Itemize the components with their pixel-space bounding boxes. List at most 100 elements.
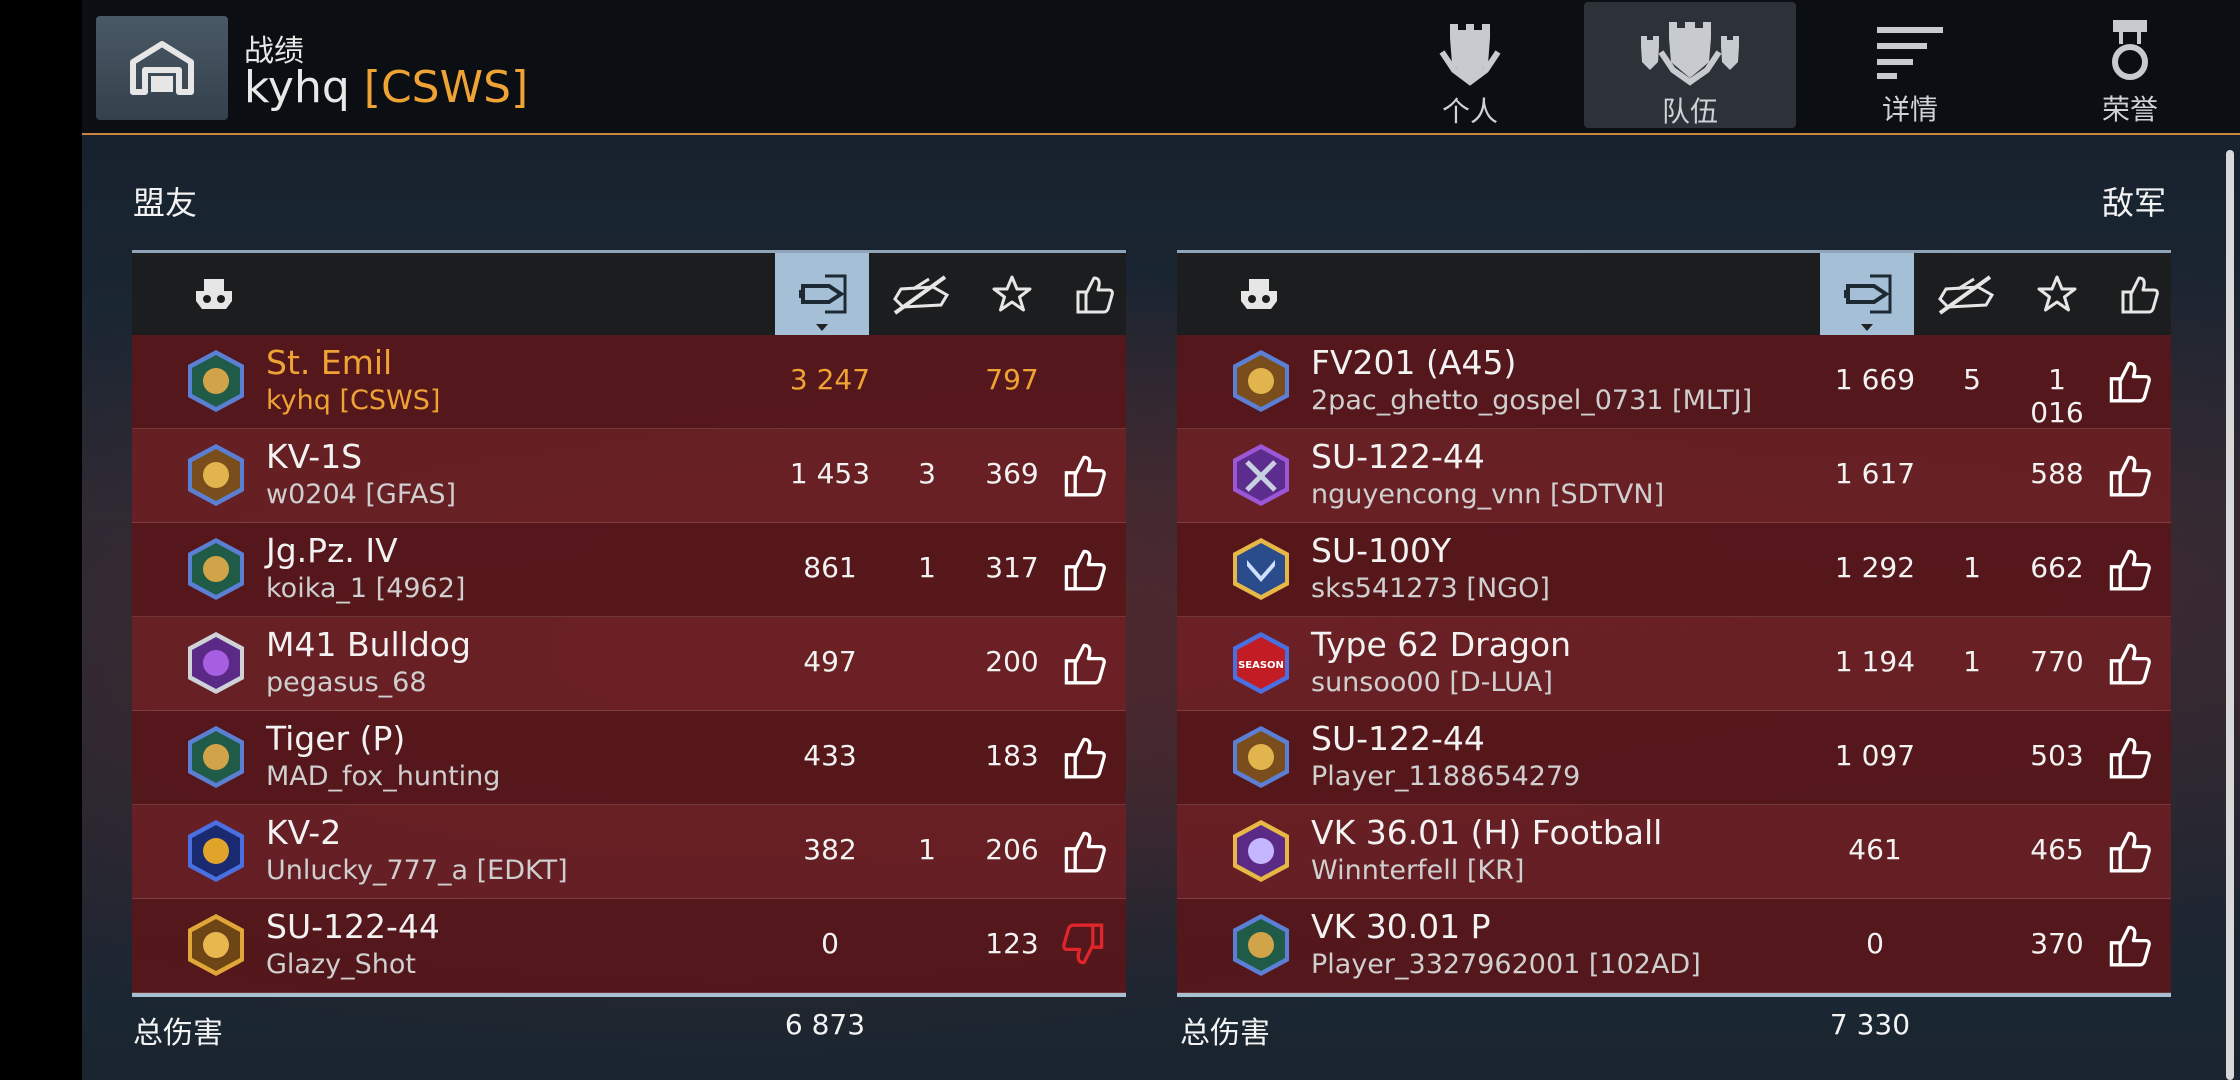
like-button[interactable] bbox=[2107, 735, 2151, 779]
like-column-header[interactable] bbox=[2107, 253, 2171, 335]
hangar-button[interactable] bbox=[96, 16, 228, 120]
like-button[interactable] bbox=[2107, 453, 2151, 497]
peacock-badge-icon bbox=[1233, 914, 1289, 976]
thumbs-up-icon bbox=[2121, 276, 2159, 314]
player-row[interactable]: KV-1S w0204 [GFAS] 1 453 3 369 bbox=[132, 429, 1126, 523]
damage-value: 1 097 bbox=[1834, 739, 1916, 772]
player-row[interactable]: M41 Bulldog pegasus_68 497 200 bbox=[132, 617, 1126, 711]
like-button bbox=[1062, 359, 1106, 403]
allies-total-label: 总伤害 bbox=[133, 1016, 223, 1051]
thumbs-up-icon bbox=[2109, 455, 2151, 497]
peacock-badge-icon bbox=[188, 538, 244, 600]
season-badge-icon: SEASON bbox=[1233, 632, 1289, 694]
thumbs-up-icon bbox=[2109, 643, 2151, 685]
kills-column-header[interactable] bbox=[1923, 253, 2007, 335]
tab-team[interactable]: 队伍 bbox=[1584, 2, 1796, 128]
thumbs-up-icon bbox=[1064, 549, 1106, 591]
tab-label: 个人 bbox=[1441, 95, 1498, 128]
player-row[interactable]: Jg.Pz. IV koika_1 [4962] 861 1 317 bbox=[132, 523, 1126, 617]
player-row[interactable]: Tiger (P) MAD_fox_hunting 433 183 bbox=[132, 711, 1126, 805]
damage-value: 382 bbox=[803, 833, 857, 866]
tab-honors[interactable]: 荣誉 bbox=[2024, 2, 2236, 128]
kills-value: 1 bbox=[1963, 551, 1981, 584]
like-button[interactable] bbox=[2107, 829, 2151, 873]
like-button[interactable] bbox=[2107, 359, 2151, 403]
player-row[interactable]: SU-122-44 Player_1188654279 1 097 503 bbox=[1177, 711, 2171, 805]
kills-value: 1 bbox=[918, 551, 936, 584]
thumbs-up-icon bbox=[1064, 455, 1106, 497]
mastery-badge bbox=[184, 348, 248, 414]
tab-label: 荣誉 bbox=[2101, 93, 2158, 126]
vehicle-column-header[interactable] bbox=[1227, 253, 1291, 335]
damage-value: 433 bbox=[803, 739, 857, 772]
mastery-badge bbox=[184, 724, 248, 790]
player-row[interactable]: FV201 (A45) 2pac_ghetto_gospel_0731 [MLT… bbox=[1177, 335, 2171, 429]
damage-column-header[interactable] bbox=[775, 253, 869, 335]
kills-column-header[interactable] bbox=[878, 253, 962, 335]
scrollbar[interactable] bbox=[2226, 150, 2234, 1080]
tank-name: SU-122-44 bbox=[266, 907, 440, 946]
like-button[interactable] bbox=[1062, 547, 1106, 591]
enemies-panel: FV201 (A45) 2pac_ghetto_gospel_0731 [MLT… bbox=[1177, 250, 2171, 997]
bull-badge-icon bbox=[188, 820, 244, 882]
tank-name: VK 30.01 P bbox=[1311, 907, 1491, 946]
kills-value: 5 bbox=[1963, 363, 1981, 396]
thumbs-up-icon bbox=[1064, 737, 1106, 779]
tab-details[interactable]: 详情 bbox=[1804, 2, 2016, 128]
experience-value: 465 bbox=[2030, 833, 2084, 866]
like-button[interactable] bbox=[1062, 641, 1106, 685]
mastery-badge bbox=[1229, 536, 1293, 602]
player-row[interactable]: VK 36.01 (H) Football Winnterfell [KR] 4… bbox=[1177, 805, 2171, 899]
player-name: kyhq bbox=[244, 62, 350, 113]
like-button[interactable] bbox=[1062, 453, 1106, 497]
like-button[interactable] bbox=[2107, 547, 2151, 591]
tank-crew-icon bbox=[1241, 279, 1277, 309]
thumbs-up-icon bbox=[2109, 549, 2151, 591]
mastery-badge bbox=[184, 536, 248, 602]
player-row[interactable]: VK 30.01 P Player_3327962001 [102AD] 0 3… bbox=[1177, 899, 2171, 993]
tank-name: Tiger (P) bbox=[266, 719, 406, 758]
allies-rows: St. Emil kyhq [CSWS] 3 247 797 KV-1S w02… bbox=[132, 335, 1126, 993]
experience-column-header[interactable] bbox=[2015, 253, 2099, 335]
tank-name: FV201 (A45) bbox=[1311, 343, 1517, 382]
like-button[interactable] bbox=[2107, 641, 2151, 685]
like-button[interactable] bbox=[1062, 829, 1106, 873]
star-icon bbox=[2037, 275, 2077, 312]
player-name: pegasus_68 bbox=[266, 667, 427, 698]
experience-value: 200 bbox=[985, 645, 1039, 678]
damage-column-header[interactable] bbox=[1820, 253, 1914, 335]
allies-label: 盟友 bbox=[133, 184, 198, 222]
medal-icon bbox=[2112, 20, 2148, 80]
like-button[interactable] bbox=[2107, 923, 2151, 967]
player-row[interactable]: SU-100Y sks541273 [NGO] 1 292 1 662 bbox=[1177, 523, 2171, 617]
player-row[interactable]: SU-122-44 nguyencong_vnn [SDTVN] 1 617 5… bbox=[1177, 429, 2171, 523]
like-button[interactable] bbox=[1062, 735, 1106, 779]
like-column-header[interactable] bbox=[1062, 253, 1126, 335]
player-row[interactable]: KV-2 Unlucky_777_a [EDKT] 382 1 206 bbox=[132, 805, 1126, 899]
player-name: nguyencong_vnn [SDTVN] bbox=[1311, 479, 1665, 510]
mastery-badge bbox=[184, 818, 248, 884]
kills-value: 1 bbox=[918, 833, 936, 866]
experience-value: 662 bbox=[2030, 551, 2084, 584]
gold-eagle-orange-badge-icon bbox=[188, 914, 244, 976]
player-row[interactable]: SEASON Type 62 Dragon sunsoo00 [D-LUA] 1… bbox=[1177, 617, 2171, 711]
vehicle-column-header[interactable] bbox=[182, 253, 246, 335]
player-name: koika_1 [4962] bbox=[266, 573, 466, 604]
thumbs-up-icon bbox=[1064, 831, 1106, 873]
tab-personal[interactable]: 个人 bbox=[1364, 2, 1576, 128]
svg-text:SEASON: SEASON bbox=[1238, 660, 1284, 671]
purple-gem-badge-icon bbox=[188, 632, 244, 694]
allies-panel: St. Emil kyhq [CSWS] 3 247 797 KV-1S w02… bbox=[132, 250, 1126, 997]
player-row[interactable]: SU-122-44 Glazy_Shot 0 123 bbox=[132, 899, 1126, 993]
tank-name: KV-1S bbox=[266, 437, 363, 476]
player-title: kyhq [CSWS] bbox=[244, 62, 528, 113]
player-clan: [CSWS] bbox=[363, 62, 529, 113]
tank-name: VK 36.01 (H) Football bbox=[1311, 813, 1663, 852]
tank-name: M41 Bulldog bbox=[266, 625, 471, 664]
like-button[interactable] bbox=[1062, 923, 1106, 967]
details-list-icon bbox=[1877, 27, 1943, 79]
player-name: MAD_fox_hunting bbox=[266, 761, 501, 792]
player-row[interactable]: St. Emil kyhq [CSWS] 3 247 797 bbox=[132, 335, 1126, 429]
peacock-badge-icon bbox=[188, 350, 244, 412]
experience-column-header[interactable] bbox=[970, 253, 1054, 335]
